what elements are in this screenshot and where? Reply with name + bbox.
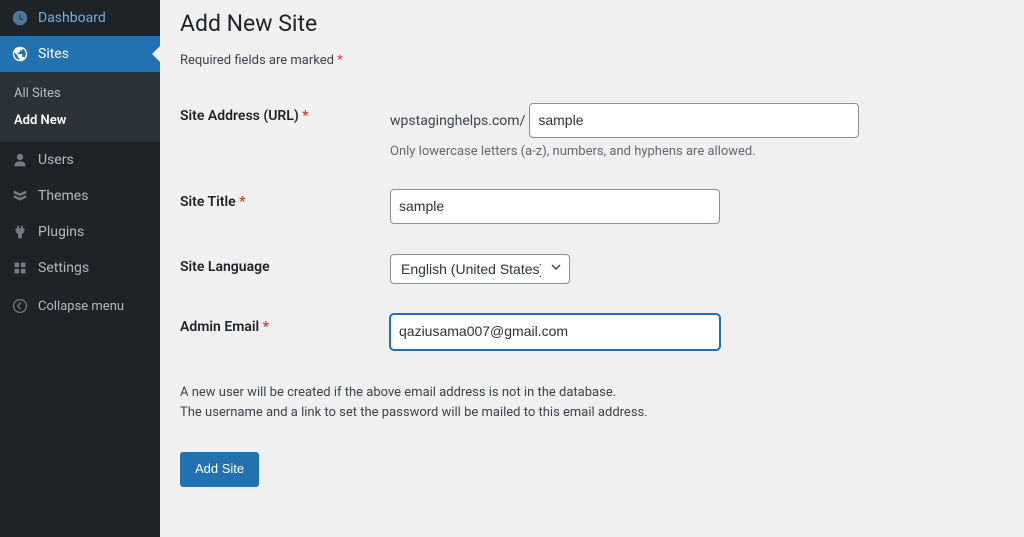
site-address-prefix: wpstaginghelps.com/ (390, 113, 525, 129)
menu-label: Settings (38, 260, 89, 276)
required-asterisk: * (302, 108, 308, 124)
collapse-label: Collapse menu (38, 299, 124, 314)
menu-themes[interactable]: Themes (0, 178, 160, 214)
site-language-label: Site Language (180, 259, 270, 275)
menu-label: Dashboard (38, 10, 106, 26)
menu-plugins[interactable]: Plugins (0, 214, 160, 250)
menu-label: Plugins (38, 224, 84, 240)
menu-users[interactable]: Users (0, 142, 160, 178)
submit-row: Add Site (180, 452, 1004, 487)
site-address-label-cell: Site Address (URL) * (180, 88, 380, 174)
admin-email-label: Admin Email (180, 319, 263, 335)
site-address-desc: Only lowercase letters (a-z), numbers, a… (390, 144, 994, 159)
collapse-menu[interactable]: Collapse menu (0, 288, 160, 324)
menu-label: Sites (38, 46, 69, 62)
main-content: Add New Site Required fields are marked … (160, 0, 1024, 537)
form-table: Site Address (URL) * wpstaginghelps.com/… (180, 88, 1004, 365)
required-asterisk: * (263, 319, 269, 335)
add-site-button[interactable]: Add Site (180, 452, 259, 487)
info-line-2: The username and a link to set the passw… (180, 405, 648, 420)
site-address-input[interactable] (529, 103, 859, 138)
users-icon (10, 150, 30, 170)
menu-label: Themes (38, 188, 88, 204)
site-language-select[interactable]: English (United States) (390, 254, 570, 284)
info-text: A new user will be created if the above … (180, 383, 1004, 425)
required-asterisk: * (337, 53, 343, 68)
required-note-text: Required fields are marked (180, 53, 337, 68)
site-language-label-cell: Site Language (180, 239, 380, 299)
site-title-label-cell: Site Title * (180, 174, 380, 239)
required-note: Required fields are marked * (180, 53, 1004, 68)
required-asterisk: * (239, 194, 245, 210)
themes-icon (10, 186, 30, 206)
site-title-label: Site Title (180, 194, 239, 210)
info-line-1: A new user will be created if the above … (180, 385, 616, 400)
plugins-icon (10, 222, 30, 242)
menu-dashboard[interactable]: Dashboard (0, 0, 160, 36)
admin-email-input[interactable] (390, 314, 720, 349)
menu-sites[interactable]: Sites (0, 36, 160, 72)
submenu-all-sites[interactable]: All Sites (0, 80, 160, 107)
site-address-label: Site Address (URL) (180, 108, 302, 124)
collapse-icon (10, 296, 30, 316)
admin-email-label-cell: Admin Email * (180, 299, 380, 364)
submenu-add-new[interactable]: Add New (0, 107, 160, 134)
menu-label: Users (38, 152, 74, 168)
site-title-input[interactable] (390, 189, 720, 224)
sites-icon (10, 44, 30, 64)
dashboard-icon (10, 8, 30, 28)
submenu-sites: All Sites Add New (0, 72, 160, 142)
admin-sidebar: Dashboard Sites All Sites Add New Users … (0, 0, 160, 537)
page-title: Add New Site (180, 10, 1004, 37)
menu-settings[interactable]: Settings (0, 250, 160, 286)
settings-icon (10, 258, 30, 278)
